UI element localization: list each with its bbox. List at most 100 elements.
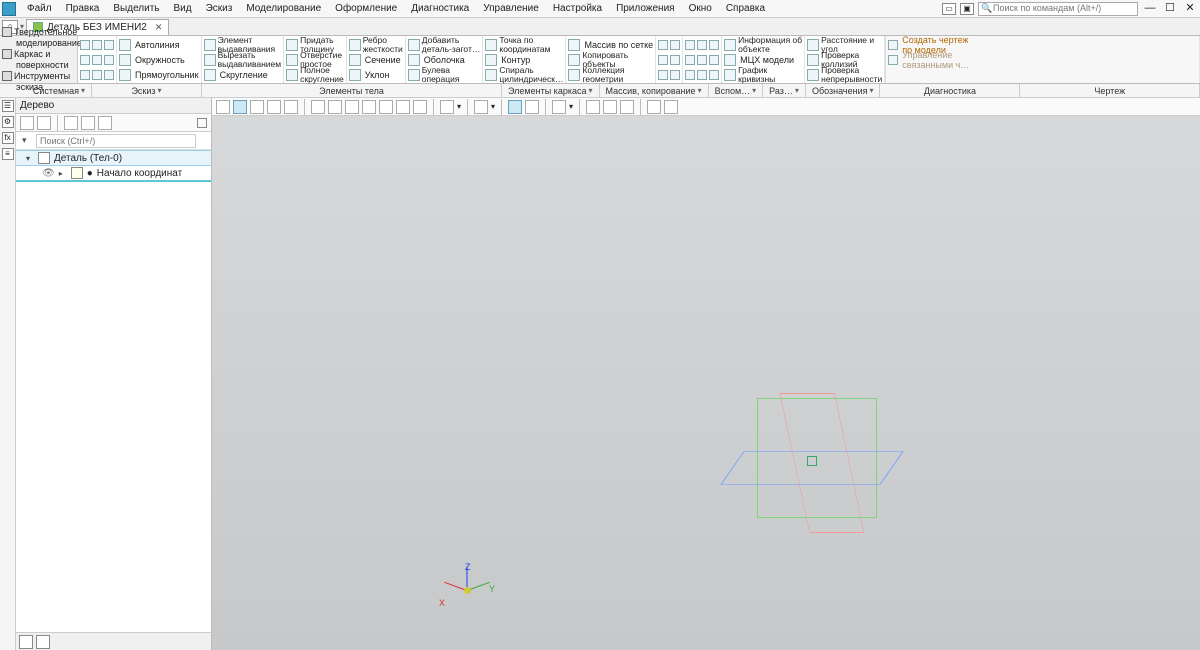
open-icon[interactable] [92, 40, 102, 50]
shell-icon[interactable] [408, 54, 420, 66]
tree-tab-icon[interactable]: ☰ [2, 100, 14, 112]
window-maximize-button[interactable]: ☐ [1162, 3, 1178, 15]
layers-tab-icon[interactable]: ≡ [2, 148, 14, 160]
pattern-icon[interactable] [568, 39, 580, 51]
view-tool-icon[interactable] [284, 100, 298, 114]
menu-diagnostics[interactable]: Диагностика [408, 2, 472, 15]
view-tool-icon[interactable] [586, 100, 600, 114]
window-layout-2-icon[interactable]: ▣ [960, 3, 974, 15]
panel-tab-sketch[interactable]: Эскиз▾ [92, 84, 202, 97]
menu-settings[interactable]: Настройка [550, 2, 605, 15]
curvature-icon[interactable] [724, 69, 736, 81]
aux-icon[interactable] [697, 70, 707, 80]
tree-tool-icon[interactable] [81, 116, 95, 130]
menu-select[interactable]: Выделить [110, 2, 162, 15]
aux-icon[interactable] [709, 70, 719, 80]
aux-icon[interactable] [685, 40, 695, 50]
menu-format[interactable]: Оформление [332, 2, 400, 15]
window-minimize-button[interactable]: — [1142, 3, 1158, 15]
undo-icon[interactable] [92, 55, 102, 65]
rib-icon[interactable] [349, 39, 361, 51]
menu-help[interactable]: Справка [723, 2, 768, 15]
aux-icon[interactable] [670, 55, 680, 65]
tree-root[interactable]: ▾ Деталь (Тел-0) [16, 150, 211, 166]
autoline-icon[interactable] [119, 39, 131, 51]
contour-icon[interactable] [485, 54, 497, 66]
view-tool-icon[interactable] [620, 100, 634, 114]
full-round-icon[interactable] [286, 69, 298, 81]
panel-tab-marks[interactable]: Обозначения▾ [806, 84, 881, 97]
save-icon[interactable] [104, 40, 114, 50]
panel-tab-array[interactable]: Массив, копирование▾ [600, 84, 709, 97]
spiral-icon[interactable] [485, 69, 497, 81]
aux-icon[interactable] [670, 40, 680, 50]
menu-view[interactable]: Вид [171, 2, 195, 15]
tree-tool-icon[interactable] [20, 116, 34, 130]
vars-tab-icon[interactable]: fx [2, 132, 14, 144]
view-tool-icon[interactable] [440, 100, 454, 114]
thicken-icon[interactable] [286, 39, 298, 51]
restore-icon[interactable] [197, 118, 207, 128]
view-tool-icon[interactable] [647, 100, 661, 114]
panel-tab-drawing[interactable]: Чертеж [1020, 84, 1200, 97]
menu-sketch[interactable]: Эскиз [203, 2, 236, 15]
collision-icon[interactable] [807, 54, 819, 66]
panel-tab-diag[interactable]: Диагностика [880, 84, 1020, 97]
view-tool-icon[interactable] [250, 100, 264, 114]
viewport-3d[interactable]: ▾ ▾ ▾ X Y Z [212, 98, 1200, 650]
ribbon-mode-header[interactable]: Твердотельное моделирование Каркас и пов… [0, 36, 78, 83]
point-icon[interactable] [485, 39, 497, 51]
continuity-icon[interactable] [807, 69, 819, 81]
boolean-icon[interactable] [408, 69, 420, 81]
add-blank-icon[interactable] [408, 39, 420, 51]
axis-triad[interactable]: X Y Z [437, 560, 497, 620]
params-tab-icon[interactable]: ⚙ [2, 116, 14, 128]
view-tool-icon[interactable] [267, 100, 281, 114]
view-tool-icon[interactable] [311, 100, 325, 114]
command-search-input[interactable]: Поиск по командам (Alt+/) [978, 2, 1138, 16]
hole-icon[interactable] [286, 54, 298, 66]
view-tool-icon[interactable] [664, 100, 678, 114]
tree-tool-icon[interactable] [64, 116, 78, 130]
aux-icon[interactable] [697, 55, 707, 65]
menu-manage[interactable]: Управление [480, 2, 542, 15]
menu-edit[interactable]: Правка [63, 2, 103, 15]
origin-marker[interactable] [807, 456, 817, 466]
dist-angle-icon[interactable] [807, 39, 819, 51]
panel-tab-aux[interactable]: Вспом…▾ [709, 84, 764, 97]
view-tool-icon[interactable] [379, 100, 393, 114]
panel-tab-system[interactable]: Системная▾ [0, 84, 92, 97]
copy-icon[interactable] [80, 70, 90, 80]
tree-view-mode-icon[interactable] [19, 635, 33, 649]
aux-icon[interactable] [658, 70, 668, 80]
aux-icon[interactable] [658, 55, 668, 65]
tree-view-mode-icon[interactable] [36, 635, 50, 649]
panel-tab-body[interactable]: Элементы тела [202, 84, 502, 97]
extrude-icon[interactable] [204, 39, 216, 51]
geom-collection-icon[interactable] [568, 69, 580, 81]
view-tool-icon[interactable] [216, 100, 230, 114]
print-icon[interactable] [80, 55, 90, 65]
fillet-icon[interactable] [204, 69, 216, 81]
drawing-link-icon[interactable] [888, 40, 898, 50]
info-icon[interactable] [724, 39, 736, 51]
view-tool-icon[interactable] [345, 100, 359, 114]
filter-icon[interactable] [552, 100, 566, 114]
menu-modeling[interactable]: Моделирование [243, 2, 324, 15]
tree-tool-icon[interactable] [37, 116, 51, 130]
rectangle-icon[interactable] [119, 69, 131, 81]
aux-icon[interactable] [685, 55, 695, 65]
view-tool-icon[interactable] [525, 100, 539, 114]
paste-icon[interactable] [92, 70, 102, 80]
props-icon[interactable] [104, 70, 114, 80]
aux-icon[interactable] [658, 40, 668, 50]
cut-icon[interactable] [204, 54, 216, 66]
tree-search-input[interactable] [36, 134, 196, 148]
menu-window[interactable]: Окно [686, 2, 715, 15]
view-tool-icon[interactable] [362, 100, 376, 114]
view-tool-icon[interactable] [413, 100, 427, 114]
view-tool-icon[interactable] [328, 100, 342, 114]
view-tool-icon[interactable] [474, 100, 488, 114]
menu-file[interactable]: Файл [24, 2, 55, 15]
aux-icon[interactable] [709, 40, 719, 50]
